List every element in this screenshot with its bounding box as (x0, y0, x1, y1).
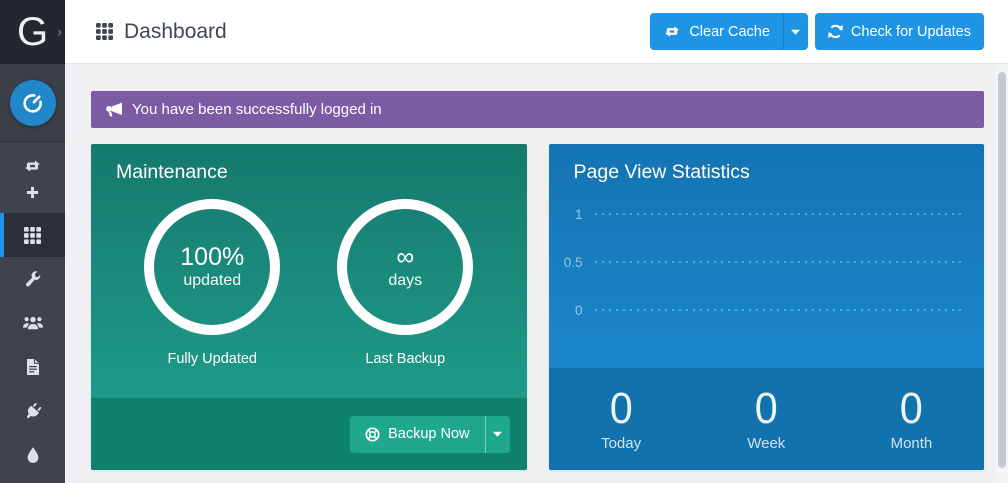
sidebar: G › (0, 0, 65, 483)
clear-cache-button[interactable]: Clear Cache (650, 13, 783, 50)
sidebar-item-sync[interactable] (0, 152, 65, 179)
maintenance-footer: Backup Now (91, 398, 527, 470)
maintenance-circles: 100% updated ∞ days (91, 199, 527, 335)
wrench-icon (25, 271, 41, 287)
week-label: Week (747, 435, 785, 452)
sidebar-expand-chevron-icon[interactable]: › (57, 24, 62, 41)
backup-dropdown-button[interactable] (485, 416, 510, 453)
page-views-chart: 1 0.5 0 (549, 190, 985, 334)
plus-icon (26, 186, 39, 199)
sidebar-nav (0, 142, 65, 477)
dashboard-grid-icon (24, 227, 41, 244)
counter-today: 0 Today (549, 368, 694, 470)
maintenance-circle-labels: Fully Updated Last Backup (91, 351, 527, 367)
pages-file-icon (26, 359, 40, 375)
sidebar-item-accounts[interactable] (0, 301, 65, 345)
life-ring-icon (365, 427, 380, 442)
gridline (595, 213, 967, 215)
chart-gridline-row: 0.5 (549, 238, 985, 286)
logo-letter: G (17, 12, 48, 52)
panels-row: Maintenance 100% updated ∞ days Fully Up… (91, 144, 984, 470)
counter-month: 0 Month (839, 368, 984, 470)
today-value: 0 (610, 387, 633, 431)
dashboard-grid-icon (96, 23, 113, 40)
gridline (595, 261, 967, 263)
month-label: Month (891, 435, 933, 452)
sidebar-item-add[interactable] (0, 179, 65, 206)
y-axis-tick: 0.5 (549, 255, 595, 270)
logo-link[interactable]: G › (0, 0, 65, 64)
power-icon (22, 92, 44, 114)
caret-down-icon (791, 29, 800, 35)
sidebar-item-dashboard[interactable] (0, 213, 65, 257)
backup-value: ∞ (396, 244, 414, 272)
scrollbar-track[interactable] (996, 64, 1008, 483)
page-title: Dashboard (96, 20, 227, 44)
main-content: You have been successfully logged in Mai… (65, 64, 1008, 483)
sidebar-item-pages[interactable] (0, 345, 65, 389)
notification-banner: You have been successfully logged in (91, 91, 984, 128)
sidebar-item-themes[interactable] (0, 433, 65, 477)
week-value: 0 (755, 387, 778, 431)
bullhorn-icon (105, 102, 123, 117)
stats-footer: 0 Today 0 Week 0 Month (549, 368, 985, 470)
avatar-block (0, 64, 65, 142)
scrollbar-thumb[interactable] (998, 72, 1006, 468)
clear-cache-dropdown-button[interactable] (783, 13, 808, 50)
gridline (595, 309, 967, 311)
today-label: Today (601, 435, 641, 452)
updated-label: Fully Updated (144, 351, 280, 367)
caret-down-icon (493, 431, 502, 437)
chart-gridline-row: 0 (549, 286, 985, 334)
last-backup-ring: ∞ days (337, 199, 473, 335)
retweet-icon (663, 25, 681, 38)
clear-cache-split-button: Clear Cache (650, 13, 808, 50)
users-icon (23, 316, 43, 330)
backup-now-button[interactable]: Backup Now (350, 416, 484, 453)
logout-power-button[interactable] (10, 80, 56, 126)
y-axis-tick: 0 (549, 303, 595, 318)
sidebar-item-configuration[interactable] (0, 257, 65, 301)
plugins-plug-icon (22, 400, 44, 422)
y-axis-tick: 1 (549, 207, 595, 222)
updated-value: 100% (180, 244, 244, 272)
counter-week: 0 Week (694, 368, 839, 470)
backup-split-button: Backup Now (350, 416, 509, 453)
topbar-actions: Clear Cache Check for Updates (650, 13, 984, 50)
month-value: 0 (900, 387, 923, 431)
maintenance-title: Maintenance (91, 144, 527, 184)
refresh-icon (828, 24, 843, 39)
notification-text: You have been successfully logged in (132, 101, 382, 118)
last-backup-label: Last Backup (337, 351, 473, 367)
page-title-text: Dashboard (124, 20, 227, 44)
backup-unit: days (388, 272, 422, 290)
updated-unit: updated (183, 272, 241, 290)
stats-title: Page View Statistics (549, 144, 985, 184)
topbar: Dashboard Clear Cache (65, 0, 1008, 64)
page-view-statistics-panel: Page View Statistics 1 0.5 0 0 To (549, 144, 985, 470)
retweet-icon (23, 159, 42, 173)
sidebar-item-plugins[interactable] (0, 389, 65, 433)
themes-drop-icon (27, 447, 39, 463)
maintenance-panel: Maintenance 100% updated ∞ days Fully Up… (91, 144, 527, 470)
updated-ring: 100% updated (144, 199, 280, 335)
check-updates-button[interactable]: Check for Updates (815, 13, 984, 50)
chart-gridline-row: 1 (549, 190, 985, 238)
